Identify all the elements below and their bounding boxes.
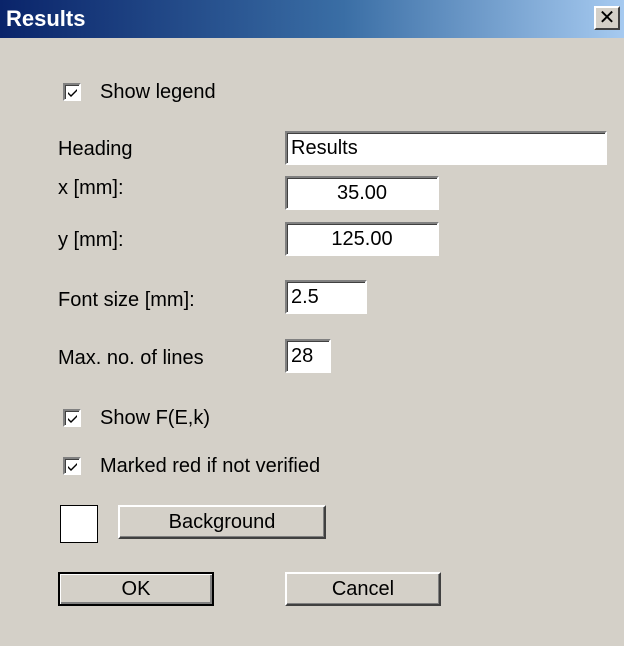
show-legend-label: Show legend bbox=[100, 81, 216, 103]
heading-label: Heading bbox=[58, 138, 133, 160]
max-lines-label: Max. no. of lines bbox=[58, 347, 204, 369]
cancel-button[interactable]: Cancel bbox=[285, 572, 441, 606]
checkmark-icon bbox=[68, 463, 77, 471]
y-label: y [mm]: bbox=[58, 229, 124, 251]
heading-input[interactable] bbox=[285, 131, 607, 165]
ok-button[interactable]: OK bbox=[58, 572, 214, 606]
marked-red-checkbox[interactable] bbox=[63, 457, 81, 475]
background-color-swatch[interactable] bbox=[60, 505, 98, 543]
checkmark-icon bbox=[68, 89, 77, 97]
x-label: x [mm]: bbox=[58, 177, 124, 199]
background-button[interactable]: Background bbox=[118, 505, 326, 539]
checkmark-icon bbox=[68, 415, 77, 423]
y-input[interactable] bbox=[285, 222, 439, 256]
show-legend-checkbox[interactable] bbox=[63, 83, 81, 101]
x-input[interactable] bbox=[285, 176, 439, 210]
max-lines-input[interactable] bbox=[285, 339, 331, 373]
font-size-label: Font size [mm]: bbox=[58, 289, 195, 311]
font-size-input[interactable] bbox=[285, 280, 367, 314]
results-dialog: Results ✕ Show legend Heading x [mm]: y … bbox=[0, 0, 624, 646]
window-title: Results bbox=[6, 6, 86, 31]
close-icon: ✕ bbox=[598, 7, 616, 29]
show-fek-label: Show F(E,k) bbox=[100, 407, 211, 429]
title-bar: Results ✕ bbox=[0, 0, 624, 38]
close-button[interactable]: ✕ bbox=[594, 6, 620, 30]
marked-red-label: Marked red if not verified bbox=[100, 455, 321, 477]
show-fek-checkbox[interactable] bbox=[63, 409, 81, 427]
